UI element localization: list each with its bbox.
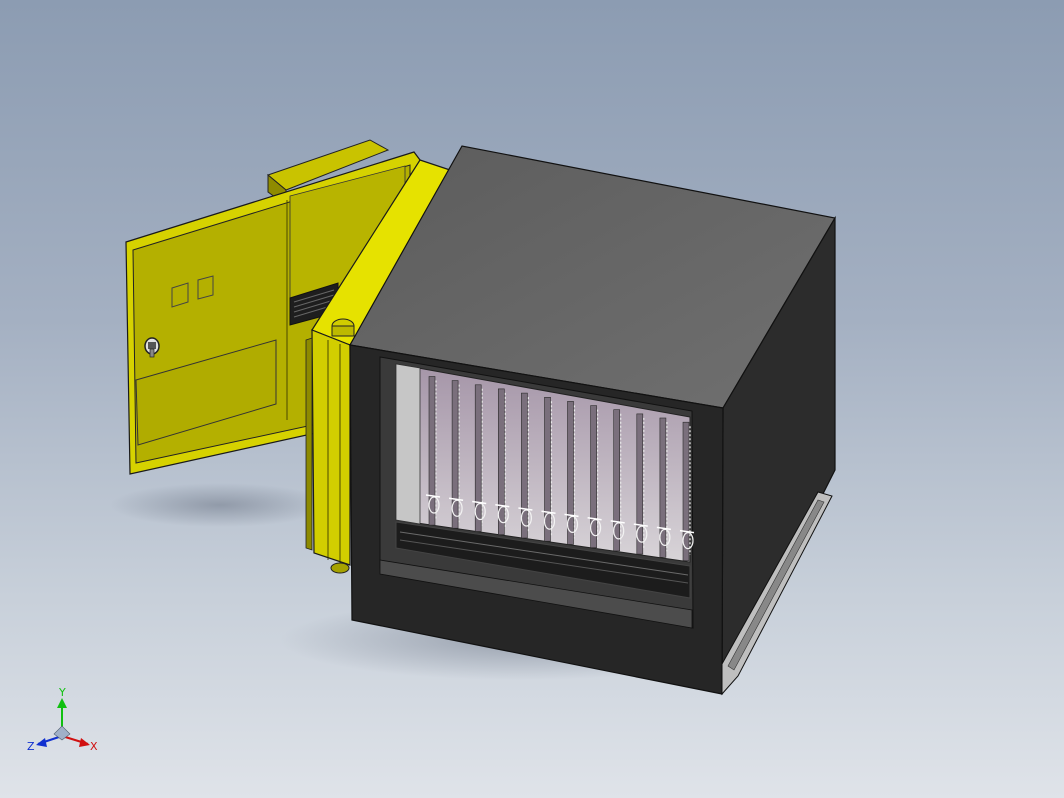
z-axis-arrow xyxy=(36,738,47,747)
axis-triad: Y Z X xyxy=(27,686,98,753)
x-axis-arrow xyxy=(79,738,90,747)
z-axis-label: Z xyxy=(27,740,35,753)
y-axis-label: Y xyxy=(58,686,66,699)
y-axis-arrow xyxy=(57,698,67,708)
hinge-knob-bottom xyxy=(330,562,350,574)
cad-viewport[interactable]: Y Z X xyxy=(0,0,1064,798)
cad-model-scene[interactable] xyxy=(0,0,1064,798)
x-axis-label: X xyxy=(90,740,98,753)
door-shadow xyxy=(110,483,330,527)
